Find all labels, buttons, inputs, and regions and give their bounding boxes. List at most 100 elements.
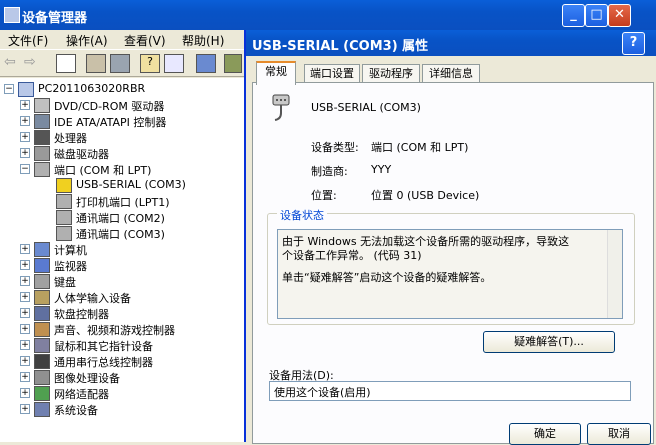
warning-port-icon: [56, 178, 72, 193]
sound-icon: [34, 322, 50, 337]
collapse-icon[interactable]: −: [4, 84, 14, 94]
close-button[interactable]: ✕: [608, 4, 631, 27]
update-driver-icon[interactable]: [224, 54, 242, 73]
tree-item-label: 网络适配器: [54, 388, 109, 401]
tree-item-label: 通用串行总线控制器: [54, 356, 153, 369]
tree-item-label: USB-SERIAL (COM3): [76, 178, 186, 191]
port-icon: [56, 210, 72, 225]
status-line-3: 单击“疑难解答”启动这个设备的疑难解答。: [282, 271, 492, 284]
expand-icon[interactable]: +: [20, 244, 30, 254]
tree-item-label: 通讯端口 (COM3): [76, 228, 165, 241]
tree-root-label: PC2011063020RBR: [38, 82, 146, 95]
expand-icon[interactable]: +: [20, 276, 30, 286]
tree-item-label: DVD/CD-ROM 驱动器: [54, 100, 165, 113]
manufacturer-label: 制造商:: [311, 165, 348, 178]
properties-dialog: USB-SERIAL (COM3) 属性 ? 常规 端口设置 驱动程序 详细信息…: [244, 30, 656, 445]
minimize-button[interactable]: _: [562, 4, 585, 27]
tree-item-label: 磁盘驱动器: [54, 148, 109, 161]
dialog-titlebar[interactable]: USB-SERIAL (COM3) 属性 ?: [246, 30, 656, 56]
menu-action[interactable]: 操作(A): [66, 32, 108, 49]
port-icon: [56, 226, 72, 241]
tab-general[interactable]: 常规: [256, 61, 296, 85]
port-icon: [34, 162, 50, 177]
keyboard-icon: [34, 274, 50, 289]
expand-icon[interactable]: +: [20, 340, 30, 350]
device-status-legend: 设备状态: [277, 207, 327, 223]
monitor-icon: [34, 258, 50, 273]
expand-icon[interactable]: +: [20, 372, 30, 382]
tab-driver[interactable]: 驱动程序: [362, 64, 420, 83]
expand-icon[interactable]: +: [20, 100, 30, 110]
status-line-2: 个设备工作异常。 (代码 31): [282, 249, 422, 262]
port-icon: [56, 194, 72, 209]
menu-help[interactable]: 帮助(H): [182, 32, 224, 49]
computer-icon: [18, 82, 34, 97]
maximize-button[interactable]: □: [585, 4, 608, 27]
expand-icon[interactable]: +: [20, 388, 30, 398]
tab-port-settings[interactable]: 端口设置: [304, 64, 360, 83]
tree-item-label: 键盘: [54, 276, 76, 289]
properties-icon[interactable]: [86, 54, 106, 73]
view-icon[interactable]: [164, 54, 184, 73]
expand-icon[interactable]: +: [20, 356, 30, 366]
dialog-title: USB-SERIAL (COM3) 属性: [252, 39, 429, 54]
dialog-help-button[interactable]: ?: [622, 32, 645, 55]
expand-icon[interactable]: +: [20, 148, 30, 158]
device-usage-select[interactable]: 使用这个设备(启用): [269, 381, 631, 401]
disk-drive-icon: [34, 146, 50, 161]
menu-file[interactable]: 文件(F): [8, 32, 48, 49]
network-icon: [34, 386, 50, 401]
expand-icon[interactable]: +: [20, 404, 30, 414]
collapse-icon[interactable]: −: [20, 164, 30, 174]
tree-item-label: IDE ATA/ATAPI 控制器: [54, 116, 167, 129]
help-icon[interactable]: ?: [140, 54, 160, 73]
troubleshoot-button[interactable]: 疑难解答(T)...: [483, 331, 615, 353]
location-value: 位置 0 (USB Device): [371, 189, 480, 202]
tree-item-label: 处理器: [54, 132, 87, 145]
tree-item-label: 端口 (COM 和 LPT): [54, 164, 152, 177]
device-tree: − PC2011063020RBR + DVD/CD-ROM 驱动器 + IDE AT…: [0, 78, 244, 442]
device-usage-value: 使用这个设备(启用): [274, 386, 371, 399]
device-status-text[interactable]: 由于 Windows 无法加载这个设备所需的驱动程序，导致这 个设备工作异常。 …: [277, 229, 623, 319]
scan-hardware-icon[interactable]: [196, 54, 216, 73]
device-manager-app-icon: [4, 7, 20, 23]
window-title: 设备管理器: [22, 11, 88, 26]
hid-icon: [34, 290, 50, 305]
device-type-label: 设备类型:: [311, 141, 359, 154]
expand-icon[interactable]: +: [20, 116, 30, 126]
tree-item-label: 人体学输入设备: [54, 292, 131, 305]
usb-icon: [34, 354, 50, 369]
ide-controller-icon: [34, 114, 50, 129]
imaging-icon: [34, 370, 50, 385]
tree-item-label: 通讯端口 (COM2): [76, 212, 165, 225]
processor-icon: [34, 130, 50, 145]
computer-icon: [34, 242, 50, 257]
expand-icon[interactable]: +: [20, 308, 30, 318]
forward-icon[interactable]: ⇨: [24, 54, 42, 71]
back-icon[interactable]: ⇦: [4, 54, 22, 71]
tree-item-label: 计算机: [54, 244, 87, 257]
manufacturer-value: YYY: [371, 163, 392, 176]
floppy-controller-icon: [34, 306, 50, 321]
tree-item-label: 鼠标和其它指针设备: [54, 340, 153, 353]
tree-item-label: 系统设备: [54, 404, 98, 417]
tab-details[interactable]: 详细信息: [422, 64, 480, 83]
tree-item-label: 声音、视频和游戏控制器: [54, 324, 175, 337]
status-scrollbar[interactable]: [607, 230, 622, 318]
device-type-value: 端口 (COM 和 LPT): [371, 141, 469, 154]
general-tab-panel: USB-SERIAL (COM3) 设备类型: 端口 (COM 和 LPT) 制…: [252, 82, 654, 445]
device-name: USB-SERIAL (COM3): [311, 101, 421, 114]
menu-view[interactable]: 查看(V): [124, 32, 166, 49]
expand-icon[interactable]: +: [20, 132, 30, 142]
print-icon[interactable]: [110, 54, 130, 73]
system-icon: [34, 402, 50, 417]
tree-item-label: 软盘控制器: [54, 308, 109, 321]
device-manager-titlebar[interactable]: 设备管理器 _ □ ✕: [0, 0, 656, 30]
mouse-icon: [34, 338, 50, 353]
tree-item-label: 图像处理设备: [54, 372, 120, 385]
expand-icon[interactable]: +: [20, 324, 30, 334]
show-hide-tree-icon[interactable]: [56, 54, 76, 73]
cdrom-icon: [34, 98, 50, 113]
expand-icon[interactable]: +: [20, 292, 30, 302]
expand-icon[interactable]: +: [20, 260, 30, 270]
